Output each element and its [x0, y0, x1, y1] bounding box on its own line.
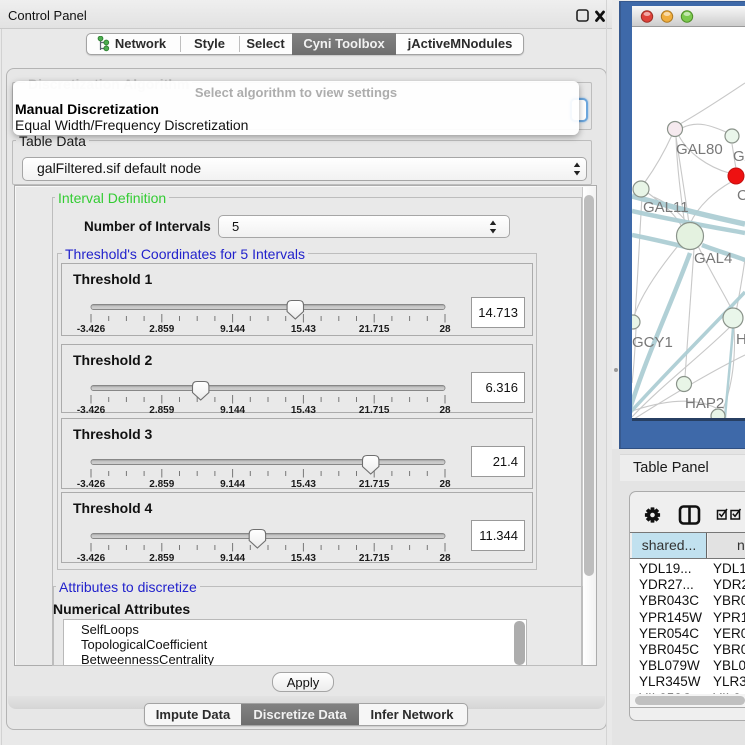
svg-text:9.144: 9.144 — [220, 405, 245, 413]
svg-text:GAL4: GAL4 — [694, 250, 732, 267]
svg-text:28: 28 — [439, 479, 451, 489]
svg-text:GAL: GAL — [733, 148, 745, 165]
svg-text:Threshold 1: Threshold 1 — [73, 271, 153, 287]
svg-text:15.43: 15.43 — [291, 479, 316, 489]
svg-text:-3.426: -3.426 — [77, 324, 106, 335]
svg-text:Threshold 2: Threshold 2 — [73, 352, 153, 368]
svg-text:21.715: 21.715 — [359, 324, 390, 335]
svg-text:28: 28 — [439, 324, 451, 335]
svg-text:9.144: 9.144 — [220, 553, 245, 563]
svg-text:15.43: 15.43 — [291, 553, 316, 563]
svg-text:9.144: 9.144 — [220, 479, 245, 489]
svg-text:2.859: 2.859 — [149, 479, 174, 489]
svg-text:2.859: 2.859 — [149, 405, 174, 413]
svg-text:2.859: 2.859 — [149, 553, 174, 563]
svg-text:9.144: 9.144 — [220, 324, 245, 335]
svg-text:-3.426: -3.426 — [77, 479, 106, 489]
svg-text:C: C — [737, 187, 745, 204]
svg-text:21.715: 21.715 — [359, 553, 390, 563]
svg-text:GAL11: GAL11 — [643, 199, 689, 216]
svg-text:H: H — [736, 331, 745, 348]
svg-text:2.859: 2.859 — [149, 324, 174, 335]
svg-text:21.715: 21.715 — [359, 479, 390, 489]
svg-text:-3.426: -3.426 — [77, 553, 106, 563]
svg-text:21.715: 21.715 — [359, 405, 390, 413]
svg-text:28: 28 — [439, 405, 451, 413]
svg-text:15.43: 15.43 — [291, 405, 316, 413]
svg-text:GCY1: GCY1 — [632, 334, 673, 351]
svg-text:Threshold 4: Threshold 4 — [73, 500, 153, 516]
svg-text:-3.426: -3.426 — [77, 405, 106, 413]
svg-text:HAP2: HAP2 — [685, 395, 724, 412]
svg-text:Threshold 3: Threshold 3 — [73, 426, 153, 442]
svg-text:15.43: 15.43 — [291, 324, 316, 335]
svg-text:GAL80: GAL80 — [676, 141, 723, 158]
svg-text:28: 28 — [439, 553, 451, 563]
